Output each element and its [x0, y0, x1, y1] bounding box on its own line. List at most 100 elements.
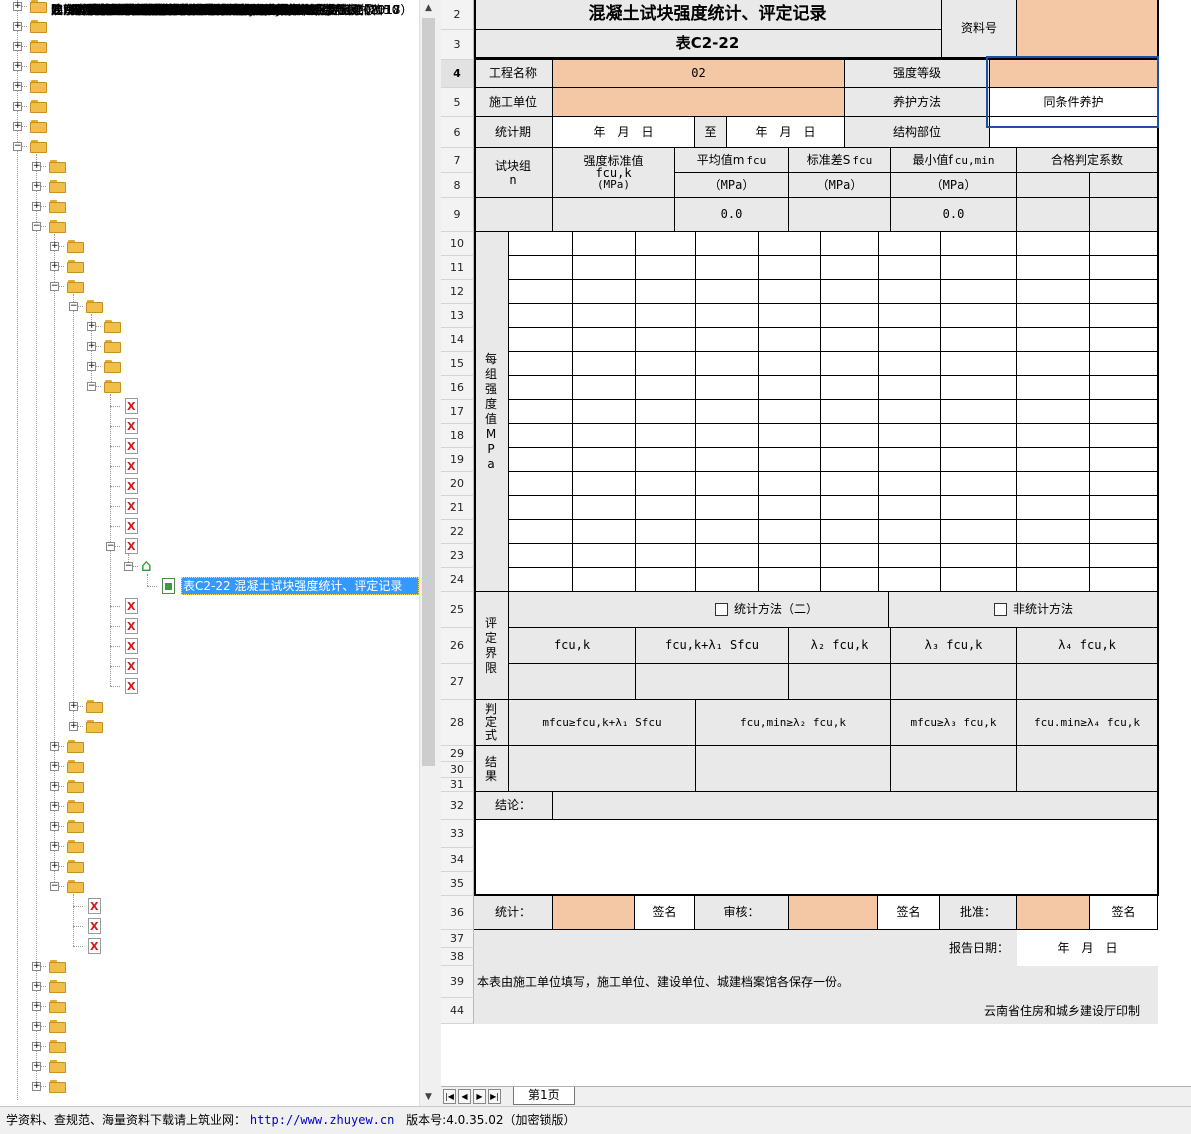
strength-cell[interactable]	[1090, 328, 1158, 352]
expand-icon[interactable]: +	[32, 982, 41, 991]
tree-item[interactable]	[0, 336, 419, 356]
strength-cell[interactable]	[636, 304, 696, 328]
collapse-icon[interactable]: −	[87, 382, 96, 391]
strength-cell[interactable]	[759, 352, 821, 376]
strength-cell[interactable]	[1017, 568, 1090, 592]
strength-cell[interactable]	[759, 256, 821, 280]
expand-icon[interactable]: +	[13, 22, 22, 31]
row-header[interactable]: 29	[441, 746, 474, 762]
strength-cell[interactable]	[879, 472, 941, 496]
strength-cell[interactable]	[759, 520, 821, 544]
strength-cell[interactable]	[509, 352, 573, 376]
tree-item[interactable]	[0, 696, 419, 716]
strength-cell[interactable]	[759, 400, 821, 424]
strength-cell[interactable]	[573, 352, 636, 376]
expand-icon[interactable]: +	[13, 42, 22, 51]
tree-item[interactable]	[0, 636, 419, 656]
method-nonstat-checkbox[interactable]	[994, 603, 1007, 616]
strength-cell[interactable]	[696, 472, 759, 496]
expand-icon[interactable]: +	[50, 242, 59, 251]
strength-cell[interactable]	[759, 328, 821, 352]
strength-cell[interactable]	[509, 448, 573, 472]
strength-cell[interactable]	[696, 352, 759, 376]
expand-icon[interactable]: +	[13, 2, 22, 11]
strength-cell[interactable]	[696, 496, 759, 520]
row-header[interactable]: 11	[441, 256, 474, 280]
tree-item[interactable]	[0, 416, 419, 436]
strength-cell[interactable]	[1017, 256, 1090, 280]
strength-cell[interactable]	[879, 280, 941, 304]
strength-cell[interactable]	[821, 328, 879, 352]
report-date-input[interactable]: 年 月 日	[1017, 930, 1158, 966]
strength-cell[interactable]	[879, 568, 941, 592]
expand-icon[interactable]: +	[32, 1042, 41, 1051]
scroll-down-arrow-icon[interactable]: ▼	[420, 1089, 437, 1106]
collapse-icon[interactable]: −	[106, 542, 115, 551]
row-header[interactable]: 14	[441, 328, 474, 352]
strength-cell[interactable]	[573, 496, 636, 520]
strength-cell[interactable]	[759, 376, 821, 400]
strength-cell[interactable]	[573, 520, 636, 544]
row-header[interactable]: 15	[441, 352, 474, 376]
tree-item[interactable]	[0, 596, 419, 616]
expand-icon[interactable]: +	[13, 82, 22, 91]
row-header[interactable]: 6	[441, 117, 474, 148]
row-header[interactable]: 35	[441, 872, 474, 896]
strength-cell[interactable]	[1090, 352, 1158, 376]
strength-cell[interactable]	[941, 472, 1017, 496]
strength-cell[interactable]	[941, 496, 1017, 520]
row-header[interactable]: 26	[441, 628, 474, 664]
tree-item[interactable]	[0, 516, 419, 536]
expand-icon[interactable]: +	[50, 782, 59, 791]
scroll-up-arrow-icon[interactable]: ▲	[420, 0, 437, 17]
strength-cell[interactable]	[509, 232, 573, 256]
strength-cell[interactable]	[636, 568, 696, 592]
row-header[interactable]: 36	[441, 896, 474, 930]
contractor-input[interactable]	[553, 88, 845, 117]
strength-cell[interactable]	[509, 424, 573, 448]
strength-cell[interactable]	[636, 376, 696, 400]
expand-icon[interactable]: +	[87, 322, 96, 331]
method-stat-checkbox[interactable]	[714, 603, 728, 616]
expand-icon[interactable]: +	[32, 1062, 41, 1071]
expand-icon[interactable]: +	[87, 342, 96, 351]
collapse-icon[interactable]: −	[50, 882, 59, 891]
strength-cell[interactable]	[879, 400, 941, 424]
strength-cell[interactable]	[759, 280, 821, 304]
strength-cell[interactable]	[636, 544, 696, 568]
strength-cell[interactable]	[879, 376, 941, 400]
tree-item[interactable]	[0, 556, 419, 576]
strength-cell[interactable]	[636, 352, 696, 376]
strength-cell[interactable]	[1090, 520, 1158, 544]
tree-item[interactable]	[0, 616, 419, 636]
strength-cell[interactable]	[573, 328, 636, 352]
strength-cell[interactable]	[941, 232, 1017, 256]
strength-cell[interactable]	[573, 400, 636, 424]
strength-cell[interactable]	[821, 400, 879, 424]
strength-cell[interactable]	[1017, 448, 1090, 472]
expand-icon[interactable]: +	[32, 1022, 41, 1031]
row-header[interactable]: 33	[441, 820, 474, 848]
row-header[interactable]: 30	[441, 762, 474, 778]
strength-cell[interactable]	[941, 376, 1017, 400]
strength-cell[interactable]	[696, 520, 759, 544]
strength-cell[interactable]	[509, 328, 573, 352]
tree-item[interactable]	[0, 916, 419, 936]
row-header[interactable]: 2	[441, 0, 474, 30]
strength-cell[interactable]	[941, 400, 1017, 424]
expand-icon[interactable]: +	[32, 182, 41, 191]
strength-cell[interactable]	[509, 304, 573, 328]
collapse-icon[interactable]: −	[50, 282, 59, 291]
row-header[interactable]: 17	[441, 400, 474, 424]
tree-item[interactable]	[0, 56, 419, 76]
tree-item[interactable]	[0, 96, 419, 116]
expand-icon[interactable]: +	[50, 842, 59, 851]
row-header[interactable]: 23	[441, 544, 474, 568]
strength-cell[interactable]	[821, 304, 879, 328]
collapse-icon[interactable]: −	[13, 142, 22, 151]
strength-cell[interactable]	[636, 424, 696, 448]
strength-cell[interactable]	[696, 424, 759, 448]
expand-icon[interactable]: +	[32, 202, 41, 211]
strength-cell[interactable]	[636, 232, 696, 256]
expand-icon[interactable]: +	[50, 822, 59, 831]
